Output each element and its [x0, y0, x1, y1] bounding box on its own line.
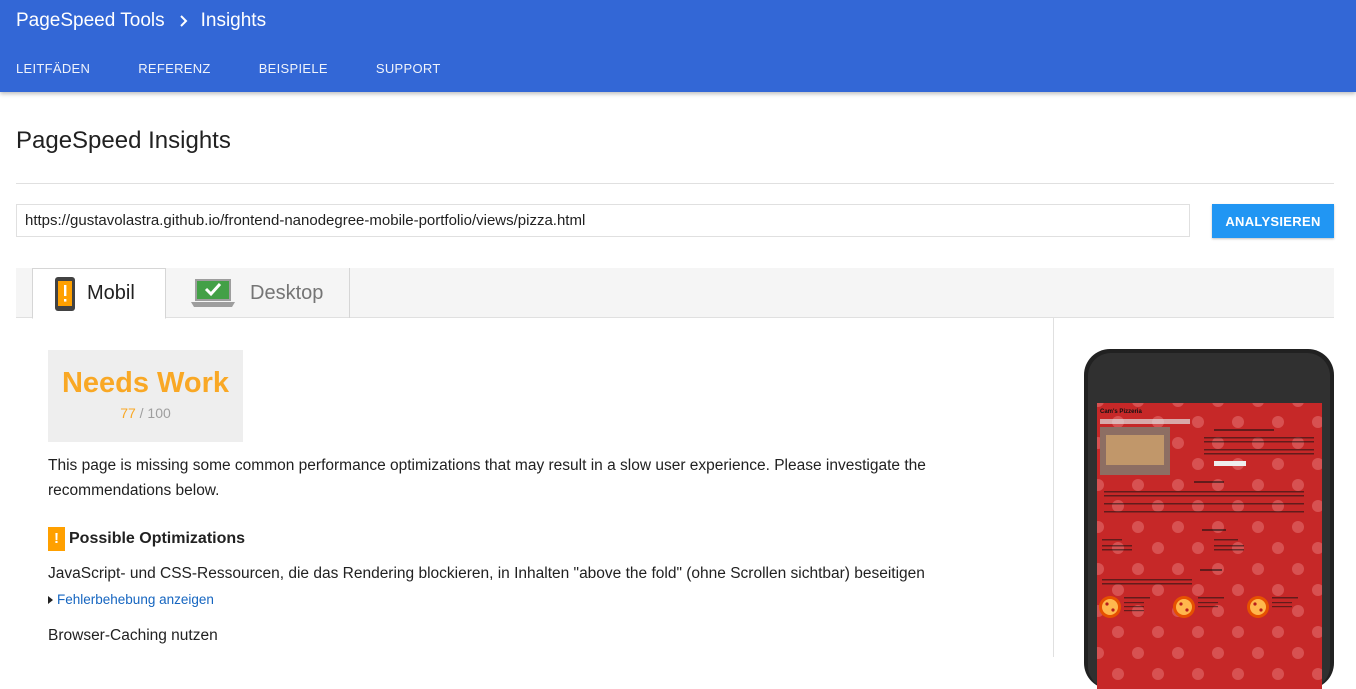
warning-icon: ! — [48, 527, 65, 551]
preview-site-title: Cam's Pizzeria — [1100, 409, 1142, 415]
sub-navigation: LEITFÄDEN REFERENZ BEISPIELE SUPPORT — [16, 60, 489, 78]
score-value: 77 — [120, 405, 136, 421]
divider — [16, 183, 1334, 184]
expand-triangle-icon — [48, 595, 53, 604]
tab-desktop[interactable]: Desktop — [166, 268, 350, 318]
optimizations-title: Possible Optimizations — [69, 530, 246, 547]
optimizations-header: ! Possible Optimizations — [48, 527, 245, 551]
nav-item-support[interactable]: SUPPORT — [376, 60, 441, 78]
mobile-warning-icon — [55, 276, 75, 311]
show-fix-label: Fehlerbehebung anzeigen — [57, 592, 214, 607]
url-input[interactable] — [16, 204, 1190, 237]
preview-button — [1214, 461, 1246, 466]
breadcrumb-current[interactable]: Insights — [201, 10, 266, 32]
analyze-button[interactable]: ANALYSIEREN — [1212, 204, 1334, 238]
mobile-preview: Cam's Pizzeria — [1084, 349, 1334, 689]
top-app-bar: PageSpeed Tools Insights LEITFÄDEN REFER… — [0, 0, 1356, 92]
desktop-check-icon — [191, 279, 235, 307]
score-max: / 100 — [139, 405, 171, 421]
breadcrumb: PageSpeed Tools Insights — [16, 9, 266, 33]
device-tabs: Mobil Desktop — [16, 268, 1334, 319]
nav-item-leitfaeden[interactable]: LEITFÄDEN — [16, 60, 90, 78]
tab-desktop-label: Desktop — [250, 281, 324, 304]
tab-mobile[interactable]: Mobil — [32, 268, 166, 319]
rule-browser-caching[interactable]: Browser-Caching nutzen — [48, 627, 218, 645]
chevron-right-icon — [179, 15, 188, 27]
score-verdict: Needs Work — [61, 367, 230, 399]
column-divider — [1053, 318, 1054, 657]
show-fix-link[interactable]: Fehlerbehebung anzeigen — [48, 592, 214, 607]
nav-item-beispiele[interactable]: BEISPIELE — [259, 60, 328, 78]
rule-render-blocking: JavaScript- und CSS-Ressourcen, die das … — [48, 565, 925, 582]
result-summary: This page is missing some common perform… — [48, 457, 926, 499]
preview-menu — [1100, 419, 1190, 424]
score-card: Needs Work 77 / 100 — [48, 350, 243, 442]
breadcrumb-product[interactable]: PageSpeed Tools — [16, 10, 165, 32]
page-title: PageSpeed Insights — [16, 127, 231, 154]
tab-mobile-label: Mobil — [87, 282, 135, 304]
nav-item-referenz[interactable]: REFERENZ — [138, 60, 210, 78]
preview-photo-detail — [1106, 435, 1164, 465]
score-line: 77 / 100 — [48, 405, 243, 421]
